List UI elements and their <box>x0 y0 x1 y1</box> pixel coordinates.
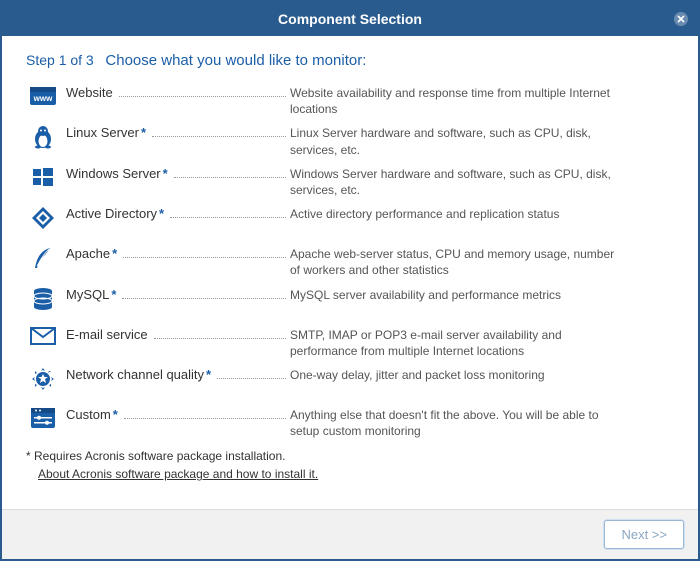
step-label: Step 1 of 3 <box>26 52 94 68</box>
component-row: E-mail service SMTP, IMAP or POP3 e-mail … <box>26 325 674 359</box>
www-icon: www <box>26 83 60 107</box>
component-name-cell: Windows Server * <box>60 164 290 182</box>
component-link[interactable]: Apache <box>66 246 110 261</box>
requires-star: * <box>159 206 164 221</box>
component-description: One-way delay, jitter and packet loss mo… <box>290 365 620 383</box>
component-name-cell: E-mail service <box>60 325 290 343</box>
component-link[interactable]: Active Directory <box>66 206 157 221</box>
step-heading: Choose what you would like to monitor: <box>105 52 366 69</box>
leader-dots <box>123 248 286 258</box>
component-description: Windows Server hardware and software, su… <box>290 164 620 198</box>
dialog-frame: Component Selection Step 1 of 3 Choose w… <box>0 0 700 561</box>
component-row: www Website Website availability and respo… <box>26 83 674 117</box>
close-button[interactable] <box>672 10 690 28</box>
component-link[interactable]: Website <box>66 85 113 100</box>
footnotes: * Requires Acronis software package inst… <box>26 449 674 481</box>
component-link[interactable]: Custom <box>66 407 111 422</box>
window-title: Component Selection <box>278 11 422 27</box>
leader-dots <box>124 409 286 419</box>
database-icon <box>26 285 60 311</box>
requires-star: * <box>113 407 118 422</box>
sliders-icon <box>26 405 60 429</box>
step-heading-line: Step 1 of 3 Choose what you would like t… <box>26 52 674 69</box>
close-icon <box>673 11 689 27</box>
component-name-cell: Network channel quality * <box>60 365 290 383</box>
component-description: Active directory performance and replica… <box>290 204 620 222</box>
leader-dots <box>170 208 286 218</box>
penguin-icon <box>26 123 60 149</box>
component-description: Linux Server hardware and software, such… <box>290 123 620 157</box>
leader-dots <box>152 127 286 137</box>
component-row: Linux Server *Linux Server hardware and … <box>26 123 674 157</box>
component-link[interactable]: Network channel quality <box>66 367 204 382</box>
component-row: Network channel quality *One-way delay, … <box>26 365 674 399</box>
component-link[interactable]: Windows Server <box>66 166 161 181</box>
leader-dots <box>154 329 286 339</box>
requires-note: * Requires Acronis software package inst… <box>26 449 674 463</box>
about-link[interactable]: About Acronis software package and how t… <box>38 467 318 481</box>
requires-star: * <box>206 367 211 382</box>
component-description: Apache web-server status, CPU and memory… <box>290 244 620 278</box>
footer-bar: Next >> <box>2 509 698 559</box>
component-description: MySQL server availability and performanc… <box>290 285 620 303</box>
component-description: Website availability and response time f… <box>290 83 620 117</box>
component-name-cell: Linux Server * <box>60 123 290 141</box>
component-link[interactable]: E-mail service <box>66 327 148 342</box>
requires-star: * <box>112 246 117 261</box>
leader-dots <box>122 289 286 299</box>
windows-icon <box>26 164 60 188</box>
component-description: Anything else that doesn't fit the above… <box>290 405 620 439</box>
envelope-icon <box>26 325 60 345</box>
component-row: Apache *Apache web-server status, CPU an… <box>26 244 674 278</box>
leader-dots <box>174 168 286 178</box>
badge-icon <box>26 365 60 391</box>
component-list: www Website Website availability and respo… <box>26 83 674 439</box>
svg-text:www: www <box>33 94 53 103</box>
content-area: Step 1 of 3 Choose what you would like t… <box>2 36 698 509</box>
component-link[interactable]: Linux Server <box>66 125 139 140</box>
component-description: SMTP, IMAP or POP3 e-mail server availab… <box>290 325 620 359</box>
diamond-icon <box>26 204 60 230</box>
titlebar: Component Selection <box>2 2 698 36</box>
requires-star: * <box>163 166 168 181</box>
requires-star: * <box>111 287 116 302</box>
next-button[interactable]: Next >> <box>604 520 684 549</box>
component-name-cell: Active Directory * <box>60 204 290 222</box>
component-row: Active Directory *Active directory perfo… <box>26 204 674 238</box>
requires-star: * <box>141 125 146 140</box>
component-name-cell: MySQL * <box>60 285 290 303</box>
component-name-cell: Website <box>60 83 290 101</box>
component-row: MySQL *MySQL server availability and per… <box>26 285 674 319</box>
component-row: Windows Server *Windows Server hardware … <box>26 164 674 198</box>
leader-dots <box>119 87 286 97</box>
component-link[interactable]: MySQL <box>66 287 109 302</box>
feather-icon <box>26 244 60 270</box>
component-name-cell: Apache * <box>60 244 290 262</box>
component-row: Custom *Anything else that doesn't fit t… <box>26 405 674 439</box>
leader-dots <box>217 369 286 379</box>
component-name-cell: Custom * <box>60 405 290 423</box>
